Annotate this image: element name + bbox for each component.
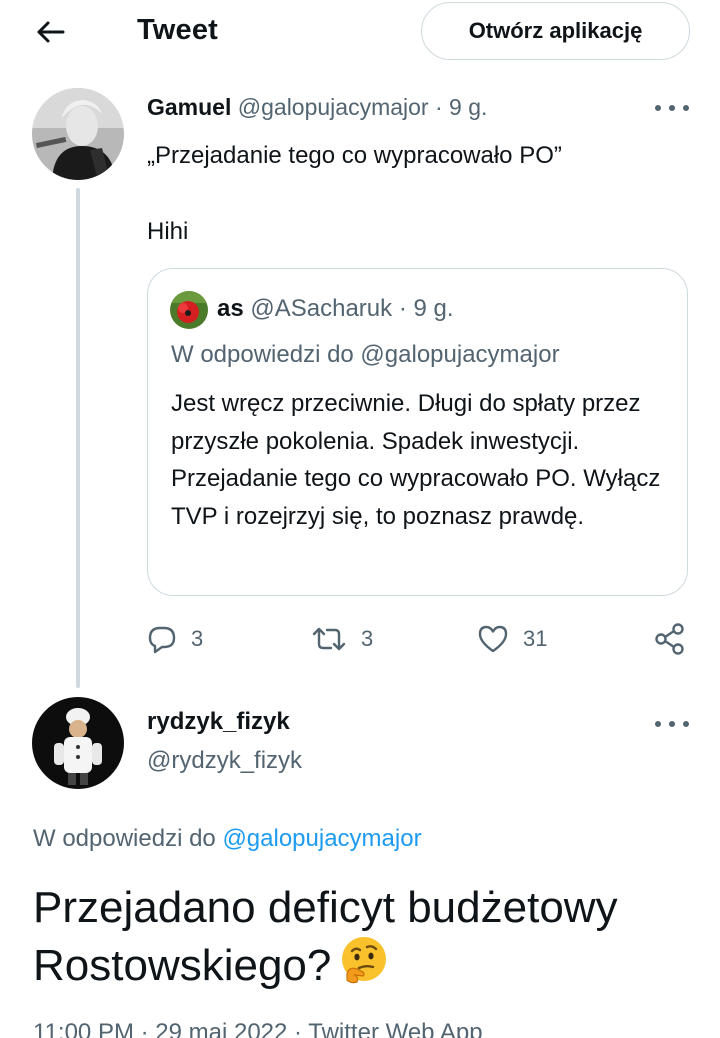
quote-time: 9 g. — [413, 295, 454, 322]
quote-header: as @ASacharuk · 9 g. — [217, 295, 454, 323]
top-bar: Tweet Otwórz aplikację — [0, 0, 720, 66]
reply-count: 3 — [191, 626, 204, 651]
thread-connector — [76, 188, 80, 688]
retweet-button[interactable]: 3 — [311, 618, 373, 660]
comment-icon — [148, 626, 176, 654]
avatar[interactable] — [32, 88, 124, 180]
more-horizontal-icon[interactable] — [655, 717, 689, 731]
reply-to-link[interactable]: @galopujacymajor — [222, 825, 421, 852]
reply-context: W odpowiedzi do @galopujacymajor — [33, 825, 422, 853]
separator: · — [434, 94, 443, 120]
more-horizontal-icon[interactable] — [655, 101, 689, 115]
quoted-tweet[interactable]: as @ASacharuk · 9 g. W odpowiedzi do @ga… — [147, 268, 688, 596]
tweet-time[interactable]: 9 g. — [449, 94, 487, 120]
arrow-left-icon — [37, 21, 65, 43]
avatar-photo — [32, 88, 124, 180]
avatar[interactable] — [32, 697, 124, 789]
quote-author-name: as — [217, 295, 244, 322]
quote-author-handle: @ASacharuk — [250, 295, 393, 322]
thinking-face-icon — [342, 937, 387, 984]
tweet-metadata: 11:00 PM · 29 maj 2022 · Twitter Web App — [33, 1019, 483, 1038]
retweet-count: 3 — [361, 626, 374, 651]
tweet-header: Gamuel @galopujacymajor · 9 g. — [147, 94, 487, 121]
avatar-photo — [32, 697, 124, 789]
heart-icon — [478, 625, 508, 653]
quote-avatar — [170, 291, 208, 329]
author-name[interactable]: rydzyk_fizyk — [147, 708, 290, 736]
tweet-text: Przejadano deficyt budżetowy Rostowskieg… — [33, 882, 693, 992]
tweet-text: „Przejadanie tego co wypracowało PO” Hih… — [147, 142, 562, 245]
author-handle[interactable]: @galopujacymajor — [238, 94, 429, 120]
retweet-icon — [312, 627, 346, 651]
reply-prefix: W odpowiedzi do — [33, 825, 216, 852]
author-handle[interactable]: @rydzyk_fizyk — [147, 747, 302, 775]
like-button[interactable]: 31 — [477, 618, 547, 660]
share-button[interactable] — [653, 618, 687, 660]
tweet-actions: 3 3 31 — [147, 618, 692, 660]
share-icon — [655, 623, 684, 655]
back-button[interactable] — [30, 12, 70, 52]
page-title: Tweet — [137, 14, 219, 46]
author-name[interactable]: Gamuel — [147, 94, 231, 120]
like-count: 31 — [523, 626, 548, 651]
open-app-button[interactable]: Otwórz aplikację — [421, 2, 690, 60]
quote-reply-context: W odpowiedzi do @galopujacymajor — [171, 341, 560, 368]
quote-text: Jest wręcz przeciwnie. Długi do spłaty p… — [171, 390, 661, 530]
separator: · — [398, 295, 407, 322]
reply-button[interactable]: 3 — [147, 618, 203, 660]
poppy-avatar-image — [170, 291, 208, 329]
tweet-text-content: Przejadano deficyt budżetowy Rostowskieg… — [33, 883, 618, 990]
tweet-page: Tweet Otwórz aplikację Gamuel @galopujac… — [0, 0, 720, 1038]
